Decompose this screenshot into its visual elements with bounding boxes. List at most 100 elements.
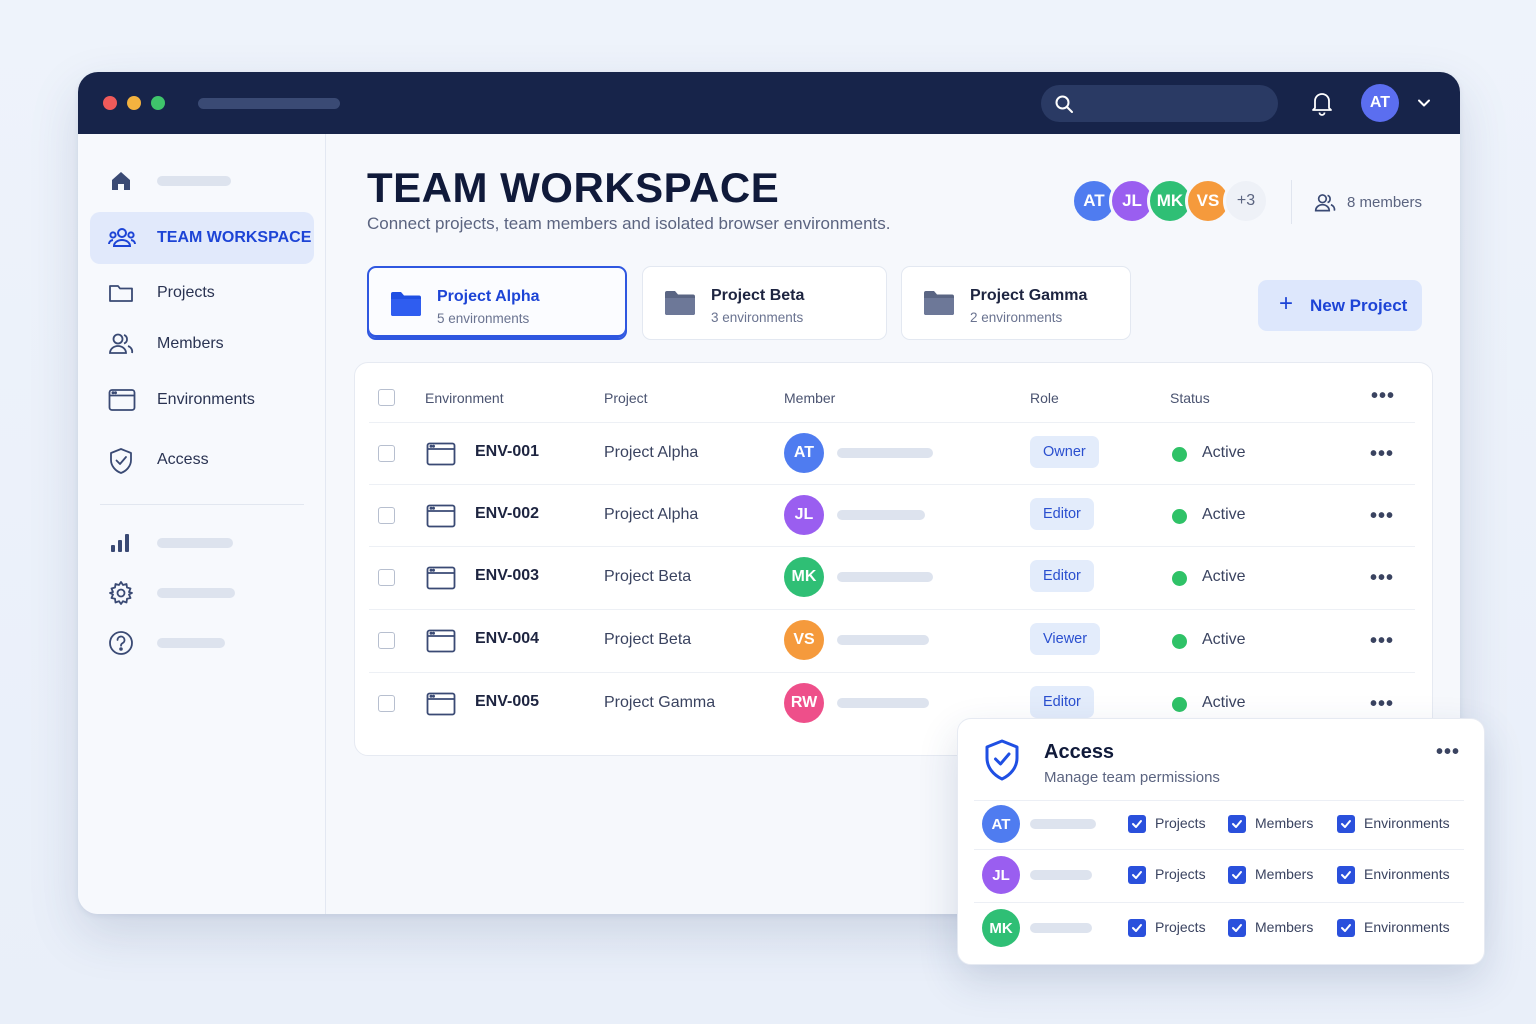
access-options-icon[interactable]: ••• bbox=[1436, 742, 1460, 762]
sidebar-item-label: Projects bbox=[157, 284, 215, 301]
sidebar-item-projects[interactable]: Projects bbox=[90, 267, 314, 319]
sidebar-item-members[interactable]: Members bbox=[90, 318, 314, 370]
sidebar-item-environments[interactable]: Environments bbox=[90, 374, 314, 426]
row-options-icon[interactable]: ••• bbox=[1370, 444, 1394, 464]
permission-projects-checkbox[interactable] bbox=[1128, 919, 1146, 937]
member-name-placeholder bbox=[837, 448, 933, 458]
column-header-environment[interactable]: Environment bbox=[425, 390, 504, 406]
search-input[interactable] bbox=[1041, 85, 1278, 122]
check-icon bbox=[1132, 871, 1142, 879]
sidebar-item-label: Environments bbox=[157, 391, 255, 408]
new-project-label: New Project bbox=[1310, 296, 1408, 315]
table-row[interactable]: ENV-002 Project Alpha JL Editor Active •… bbox=[369, 484, 1415, 546]
check-icon bbox=[1232, 820, 1242, 828]
role-badge[interactable]: Owner bbox=[1030, 436, 1099, 468]
row-checkbox[interactable] bbox=[378, 569, 395, 586]
row-options-icon[interactable]: ••• bbox=[1370, 631, 1394, 651]
table-row[interactable]: ENV-003 Project Beta MK Editor Active ••… bbox=[369, 546, 1415, 608]
row-checkbox[interactable] bbox=[378, 445, 395, 462]
shield-check-icon bbox=[985, 739, 1019, 781]
column-header-role[interactable]: Role bbox=[1030, 390, 1059, 406]
minimize-window-button[interactable] bbox=[127, 96, 141, 110]
members-icon bbox=[109, 333, 134, 354]
avatar: JL bbox=[982, 856, 1020, 894]
sidebar-item-analytics[interactable] bbox=[90, 517, 314, 569]
access-panel-title: Access bbox=[1044, 741, 1115, 763]
column-header-project[interactable]: Project bbox=[604, 390, 648, 406]
table-options-icon[interactable]: ••• bbox=[1371, 386, 1395, 406]
project-card-gamma[interactable]: Project Gamma 2 environments bbox=[901, 266, 1131, 340]
permission-row: AT Projects Members Environments bbox=[974, 799, 1464, 849]
project-name: Project Alpha bbox=[604, 506, 699, 523]
sidebar-item-settings[interactable] bbox=[90, 567, 314, 619]
address-bar-placeholder[interactable] bbox=[198, 98, 340, 109]
permission-members-checkbox[interactable] bbox=[1228, 815, 1246, 833]
sidebar-item-access[interactable]: Access bbox=[90, 434, 314, 486]
more-members-badge[interactable]: +3 bbox=[1223, 178, 1269, 224]
project-card-alpha[interactable]: Project Alpha 5 environments bbox=[367, 266, 627, 340]
permission-environments-checkbox[interactable] bbox=[1337, 815, 1355, 833]
environments-table: Environment Project Member Role Status •… bbox=[354, 362, 1433, 756]
close-window-button[interactable] bbox=[103, 96, 117, 110]
avatar: MK bbox=[982, 909, 1020, 947]
check-icon bbox=[1341, 871, 1351, 879]
bell-icon[interactable] bbox=[1310, 90, 1334, 116]
permission-members-checkbox[interactable] bbox=[1228, 866, 1246, 884]
row-options-icon[interactable]: ••• bbox=[1370, 506, 1394, 526]
maximize-window-button[interactable] bbox=[151, 96, 165, 110]
member-name-placeholder bbox=[837, 572, 933, 582]
sidebar-divider bbox=[100, 504, 304, 505]
table-row[interactable]: ENV-004 Project Beta VS Viewer Active ••… bbox=[369, 609, 1415, 671]
browser-window-icon bbox=[108, 389, 136, 411]
project-env-count: 5 environments bbox=[437, 311, 530, 326]
status-label: Active bbox=[1202, 568, 1246, 585]
status-dot bbox=[1172, 447, 1187, 462]
status-label: Active bbox=[1202, 444, 1246, 461]
env-name: ENV-002 bbox=[475, 505, 540, 522]
new-project-button[interactable]: + New Project bbox=[1258, 280, 1422, 331]
column-header-member[interactable]: Member bbox=[784, 390, 835, 406]
member-name-placeholder bbox=[1030, 870, 1092, 880]
row-checkbox[interactable] bbox=[378, 632, 395, 649]
sidebar-item-team-workspace[interactable]: TEAM WORKSPACE bbox=[90, 212, 314, 264]
permission-projects-checkbox[interactable] bbox=[1128, 866, 1146, 884]
page-subtitle: Connect projects, team members and isola… bbox=[367, 214, 891, 233]
env-name: ENV-003 bbox=[475, 567, 540, 584]
row-options-icon[interactable]: ••• bbox=[1370, 694, 1394, 714]
member-name-placeholder bbox=[837, 510, 925, 520]
row-checkbox[interactable] bbox=[378, 695, 395, 712]
row-options-icon[interactable]: ••• bbox=[1370, 568, 1394, 588]
permission-environments-checkbox[interactable] bbox=[1337, 919, 1355, 937]
permission-projects-checkbox[interactable] bbox=[1128, 815, 1146, 833]
check-icon bbox=[1341, 820, 1351, 828]
avatar: AT bbox=[784, 433, 824, 473]
role-badge[interactable]: Viewer bbox=[1030, 623, 1101, 655]
sidebar-item-home[interactable] bbox=[90, 155, 314, 207]
row-checkbox[interactable] bbox=[378, 507, 395, 524]
column-header-status[interactable]: Status bbox=[1170, 390, 1210, 406]
permission-members-checkbox[interactable] bbox=[1228, 919, 1246, 937]
sidebar-placeholder-pill bbox=[157, 176, 231, 186]
avatar: RW bbox=[784, 683, 824, 723]
chevron-down-icon[interactable] bbox=[1417, 96, 1431, 110]
permission-label: Members bbox=[1255, 815, 1314, 831]
project-card-beta[interactable]: Project Beta 3 environments bbox=[642, 266, 887, 340]
sidebar-item-help[interactable] bbox=[90, 617, 314, 669]
select-all-checkbox[interactable] bbox=[378, 389, 395, 406]
status-label: Active bbox=[1202, 694, 1246, 711]
header-divider bbox=[1291, 180, 1292, 224]
permission-environments-checkbox[interactable] bbox=[1337, 866, 1355, 884]
permission-label: Projects bbox=[1155, 919, 1206, 935]
access-panel-subtitle: Manage team permissions bbox=[1044, 769, 1220, 786]
role-badge[interactable]: Editor bbox=[1030, 498, 1094, 530]
user-avatar[interactable]: AT bbox=[1361, 84, 1399, 122]
check-icon bbox=[1132, 820, 1142, 828]
permission-row: JL Projects Members Environments bbox=[974, 849, 1464, 899]
project-env-count: 3 environments bbox=[711, 310, 804, 325]
folder-icon bbox=[391, 292, 421, 316]
role-badge[interactable]: Editor bbox=[1030, 686, 1094, 718]
table-row[interactable]: ENV-001 Project Alpha AT Owner Active ••… bbox=[369, 422, 1415, 484]
project-name: Project Beta bbox=[604, 568, 692, 585]
role-badge[interactable]: Editor bbox=[1030, 560, 1094, 592]
gear-icon bbox=[109, 581, 133, 605]
